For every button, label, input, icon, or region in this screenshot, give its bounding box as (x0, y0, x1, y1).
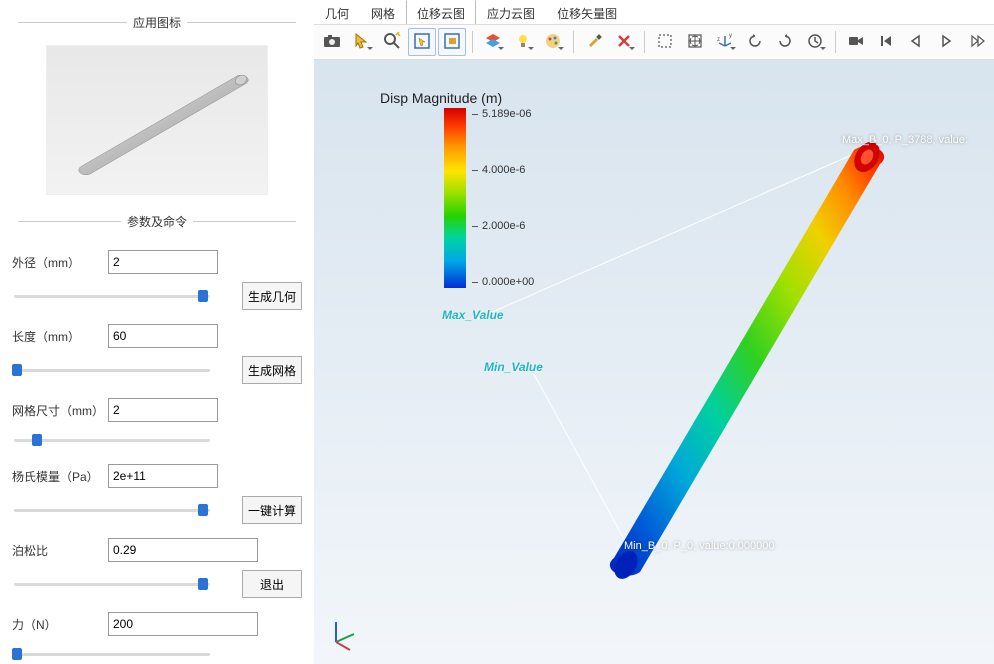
poisson-slider[interactable] (12, 574, 212, 594)
force-input[interactable] (108, 612, 258, 636)
params-group-title: 参数及命令 (12, 213, 302, 230)
cursor-button[interactable] (348, 28, 376, 56)
select-rect-icon (442, 31, 462, 54)
orientation-triad-icon (326, 612, 366, 652)
length-label: 长度（mm） (12, 328, 102, 345)
svg-text:y: y (729, 33, 732, 39)
tab-disp-vector[interactable]: 位移矢量图 (546, 0, 628, 24)
first-frame-button[interactable] (872, 28, 900, 56)
force-slider[interactable] (12, 644, 212, 664)
mesh-size-slider[interactable] (12, 430, 212, 450)
min-point-label: Min_B_0, P_0, value:0.000000 (624, 540, 774, 552)
play-icon (936, 31, 956, 54)
video-icon (846, 31, 866, 54)
mesh-size-label: 网格尺寸（mm） (12, 402, 102, 419)
result-model (314, 60, 988, 664)
select-rect-button[interactable] (438, 28, 466, 56)
camera-icon (322, 31, 342, 54)
time-button[interactable] (801, 28, 829, 56)
lighting-button[interactable] (509, 28, 537, 56)
outer-diameter-slider[interactable] (12, 286, 212, 306)
length-input[interactable] (108, 324, 218, 348)
clear-button[interactable] (580, 28, 608, 56)
view-toolbar: zy (314, 24, 994, 60)
marquee-icon (655, 31, 675, 54)
app-icon-preview (46, 45, 268, 195)
next-frame-button[interactable] (962, 28, 990, 56)
poisson-label: 泊松比 (12, 542, 102, 559)
axis-view-button[interactable]: zy (711, 28, 739, 56)
min-value-annotation: Min_Value (484, 360, 543, 374)
viewport-3d[interactable]: Disp Magnitude (m) 5.189e-06 4.000e-6 2.… (314, 60, 994, 664)
length-slider[interactable] (12, 360, 212, 380)
brush-icon (584, 31, 604, 54)
toolbar-separator (644, 31, 645, 53)
icon-group-title: 应用图标 (12, 14, 302, 31)
toolbar-separator (573, 31, 574, 53)
select-point-button[interactable] (408, 28, 436, 56)
tab-geometry[interactable]: 几何 (314, 0, 360, 24)
gen-mesh-button[interactable]: 生成网格 (242, 356, 302, 384)
delete-icon (614, 31, 634, 54)
view-tabs: 几何 网格 位移云图 应力云图 位移矢量图 (314, 0, 994, 24)
main-area: 几何 网格 位移云图 应力云图 位移矢量图 zy Disp (314, 0, 994, 664)
clock-icon (805, 31, 825, 54)
poisson-input[interactable] (108, 538, 258, 562)
prev-frame-button[interactable] (902, 28, 930, 56)
tab-stress-contour[interactable]: 应力云图 (476, 0, 546, 24)
record-button[interactable] (842, 28, 870, 56)
step-back-icon (906, 31, 926, 54)
exit-button[interactable]: 退出 (242, 570, 302, 598)
rotate-cw-icon (775, 31, 795, 54)
toolbar-separator (472, 31, 473, 53)
gen-geometry-button[interactable]: 生成几何 (242, 282, 302, 310)
delete-button[interactable] (610, 28, 638, 56)
zoom-button[interactable] (378, 28, 406, 56)
tab-disp-contour[interactable]: 位移云图 (406, 0, 476, 24)
svg-text:z: z (717, 37, 720, 43)
mesh-size-input[interactable] (108, 398, 218, 422)
rotate-cw-button[interactable] (771, 28, 799, 56)
lightbulb-icon (513, 31, 533, 54)
marquee-button[interactable] (651, 28, 679, 56)
outer-diameter-label: 外径（mm） (12, 254, 102, 271)
palette-icon (543, 31, 563, 54)
step-forward-icon (966, 31, 986, 54)
skip-back-icon (876, 31, 896, 54)
young-label: 杨氏模量（Pa） (12, 468, 102, 485)
sidebar: 应用图标 参数及命令 外径（mm） 生成几何 长度（mm） (0, 0, 314, 664)
max-value-annotation: Max_Value (442, 308, 504, 322)
tab-mesh[interactable]: 网格 (360, 0, 406, 24)
fit-view-button[interactable] (681, 28, 709, 56)
palette-button[interactable] (539, 28, 567, 56)
young-slider[interactable] (12, 500, 212, 520)
fit-view-icon (685, 31, 705, 54)
axis-icon: zy (715, 31, 735, 54)
toolbar-separator (835, 31, 836, 53)
play-button[interactable] (932, 28, 960, 56)
outer-diameter-input[interactable] (108, 250, 218, 274)
screenshot-button[interactable] (318, 28, 346, 56)
young-input[interactable] (108, 464, 218, 488)
force-label: 力（N） (12, 616, 102, 633)
magnifier-icon (382, 31, 402, 54)
compute-button[interactable]: 一键计算 (242, 496, 302, 524)
cursor-icon (352, 31, 372, 54)
rotate-ccw-icon (745, 31, 765, 54)
layers-button[interactable] (479, 28, 507, 56)
rotate-ccw-button[interactable] (741, 28, 769, 56)
select-point-icon (412, 31, 432, 54)
layers-icon (483, 31, 503, 54)
max-point-label: Max_B_0, P_3788, value: (842, 134, 968, 146)
